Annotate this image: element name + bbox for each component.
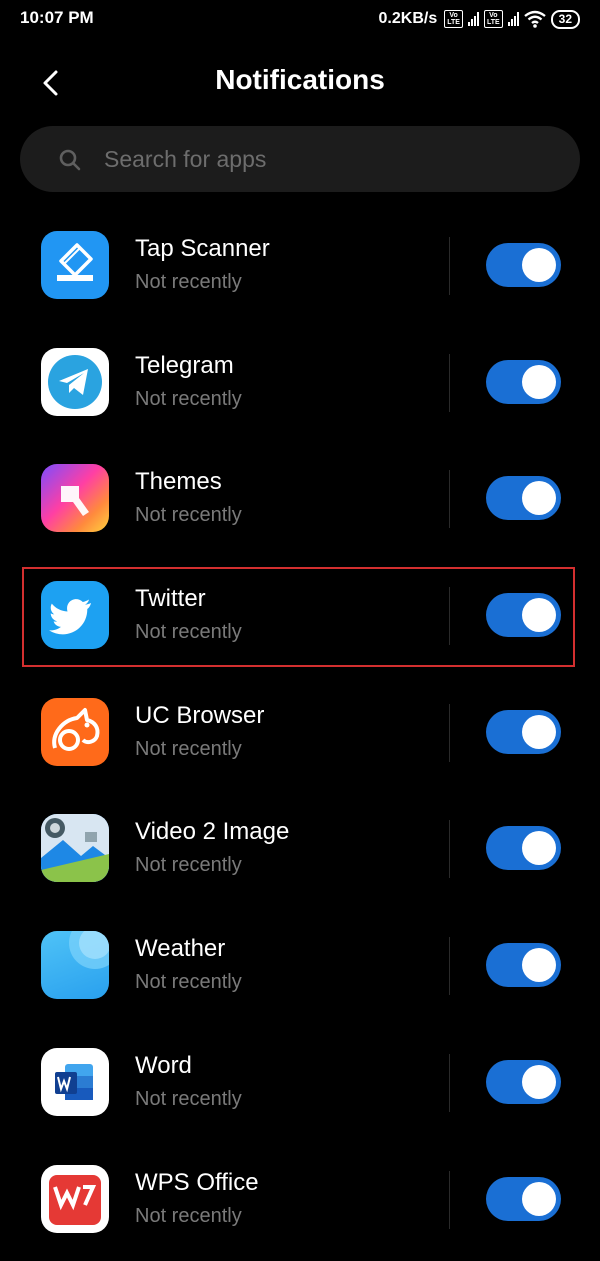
- notification-toggle[interactable]: [486, 476, 561, 520]
- toggle-knob: [522, 481, 556, 515]
- list-item-weather[interactable]: Weather Not recently: [0, 911, 600, 1028]
- app-name: Telegram: [135, 352, 234, 380]
- network-speed: 0.2KB/s: [379, 10, 438, 28]
- app-status: Not recently: [135, 621, 242, 644]
- app-name: Twitter: [135, 585, 206, 613]
- list-item-tap-scanner[interactable]: Tap Scanner Not recently: [0, 211, 600, 328]
- notification-toggle[interactable]: [486, 593, 561, 637]
- divider: [449, 1054, 450, 1112]
- notification-toggle[interactable]: [486, 1177, 561, 1221]
- app-status: Not recently: [135, 1088, 242, 1111]
- word-icon: [41, 1048, 109, 1116]
- app-name: Tap Scanner: [135, 235, 270, 263]
- volte-icon: VoLTE: [444, 10, 463, 28]
- divider: [449, 587, 450, 645]
- app-name: Video 2 Image: [135, 818, 289, 846]
- weather-icon: [41, 931, 109, 999]
- list-item-twitter[interactable]: Twitter Not recently: [0, 561, 600, 678]
- list-item-word[interactable]: Word Not recently: [0, 1028, 600, 1145]
- app-name: Themes: [135, 468, 222, 496]
- status-bar: 10:07 PM 0.2KB/s VoLTE VoLTE 32: [0, 0, 600, 38]
- toggle-knob: [522, 715, 556, 749]
- signal-icon: [468, 12, 479, 26]
- battery-icon: 32: [551, 10, 580, 29]
- list-item-themes[interactable]: Themes Not recently: [0, 444, 600, 561]
- search-input[interactable]: [104, 144, 544, 174]
- search-bar[interactable]: [20, 126, 580, 192]
- header: Notifications: [0, 50, 600, 114]
- app-list: Tap Scanner Not recently Telegram Not re…: [0, 211, 600, 1261]
- notification-toggle[interactable]: [486, 826, 561, 870]
- app-name: WPS Office: [135, 1169, 259, 1197]
- divider: [449, 937, 450, 995]
- app-status: Not recently: [135, 388, 242, 411]
- wps-office-icon: [41, 1165, 109, 1233]
- list-item-uc-browser[interactable]: UC Browser Not recently: [0, 678, 600, 795]
- app-name: UC Browser: [135, 702, 264, 730]
- volte-icon-2: VoLTE: [484, 10, 503, 28]
- divider: [449, 354, 450, 412]
- divider: [449, 820, 450, 878]
- notification-toggle[interactable]: [486, 243, 561, 287]
- toggle-knob: [522, 365, 556, 399]
- app-status: Not recently: [135, 854, 242, 877]
- signal-icon-2: [508, 12, 519, 26]
- app-status: Not recently: [135, 971, 242, 994]
- notification-toggle[interactable]: [486, 360, 561, 404]
- app-status: Not recently: [135, 1205, 242, 1228]
- list-item-telegram[interactable]: Telegram Not recently: [0, 328, 600, 445]
- app-status: Not recently: [135, 271, 242, 294]
- divider: [449, 237, 450, 295]
- app-status: Not recently: [135, 738, 242, 761]
- app-name: Weather: [135, 935, 225, 963]
- tap-scanner-icon: [41, 231, 109, 299]
- page-title: Notifications: [0, 64, 600, 96]
- themes-icon: [41, 464, 109, 532]
- toggle-knob: [522, 1065, 556, 1099]
- search-icon: [58, 148, 82, 172]
- toggle-knob: [522, 248, 556, 282]
- video-2-image-icon: [41, 814, 109, 882]
- uc-browser-icon: [41, 698, 109, 766]
- twitter-icon: [41, 581, 109, 649]
- notification-toggle[interactable]: [486, 1060, 561, 1104]
- wifi-icon: [524, 10, 546, 28]
- notification-toggle[interactable]: [486, 943, 561, 987]
- list-item-wps-office[interactable]: WPS Office Not recently: [0, 1145, 600, 1261]
- toggle-knob: [522, 1182, 556, 1216]
- telegram-icon: [41, 348, 109, 416]
- toggle-knob: [522, 948, 556, 982]
- list-item-video-2-image[interactable]: Video 2 Image Not recently: [0, 794, 600, 911]
- divider: [449, 704, 450, 762]
- toggle-knob: [522, 831, 556, 865]
- notification-toggle[interactable]: [486, 710, 561, 754]
- status-time: 10:07 PM: [20, 8, 94, 28]
- app-status: Not recently: [135, 504, 242, 527]
- divider: [449, 470, 450, 528]
- app-name: Word: [135, 1052, 192, 1080]
- toggle-knob: [522, 598, 556, 632]
- status-icons: 0.2KB/s VoLTE VoLTE 32: [379, 8, 580, 30]
